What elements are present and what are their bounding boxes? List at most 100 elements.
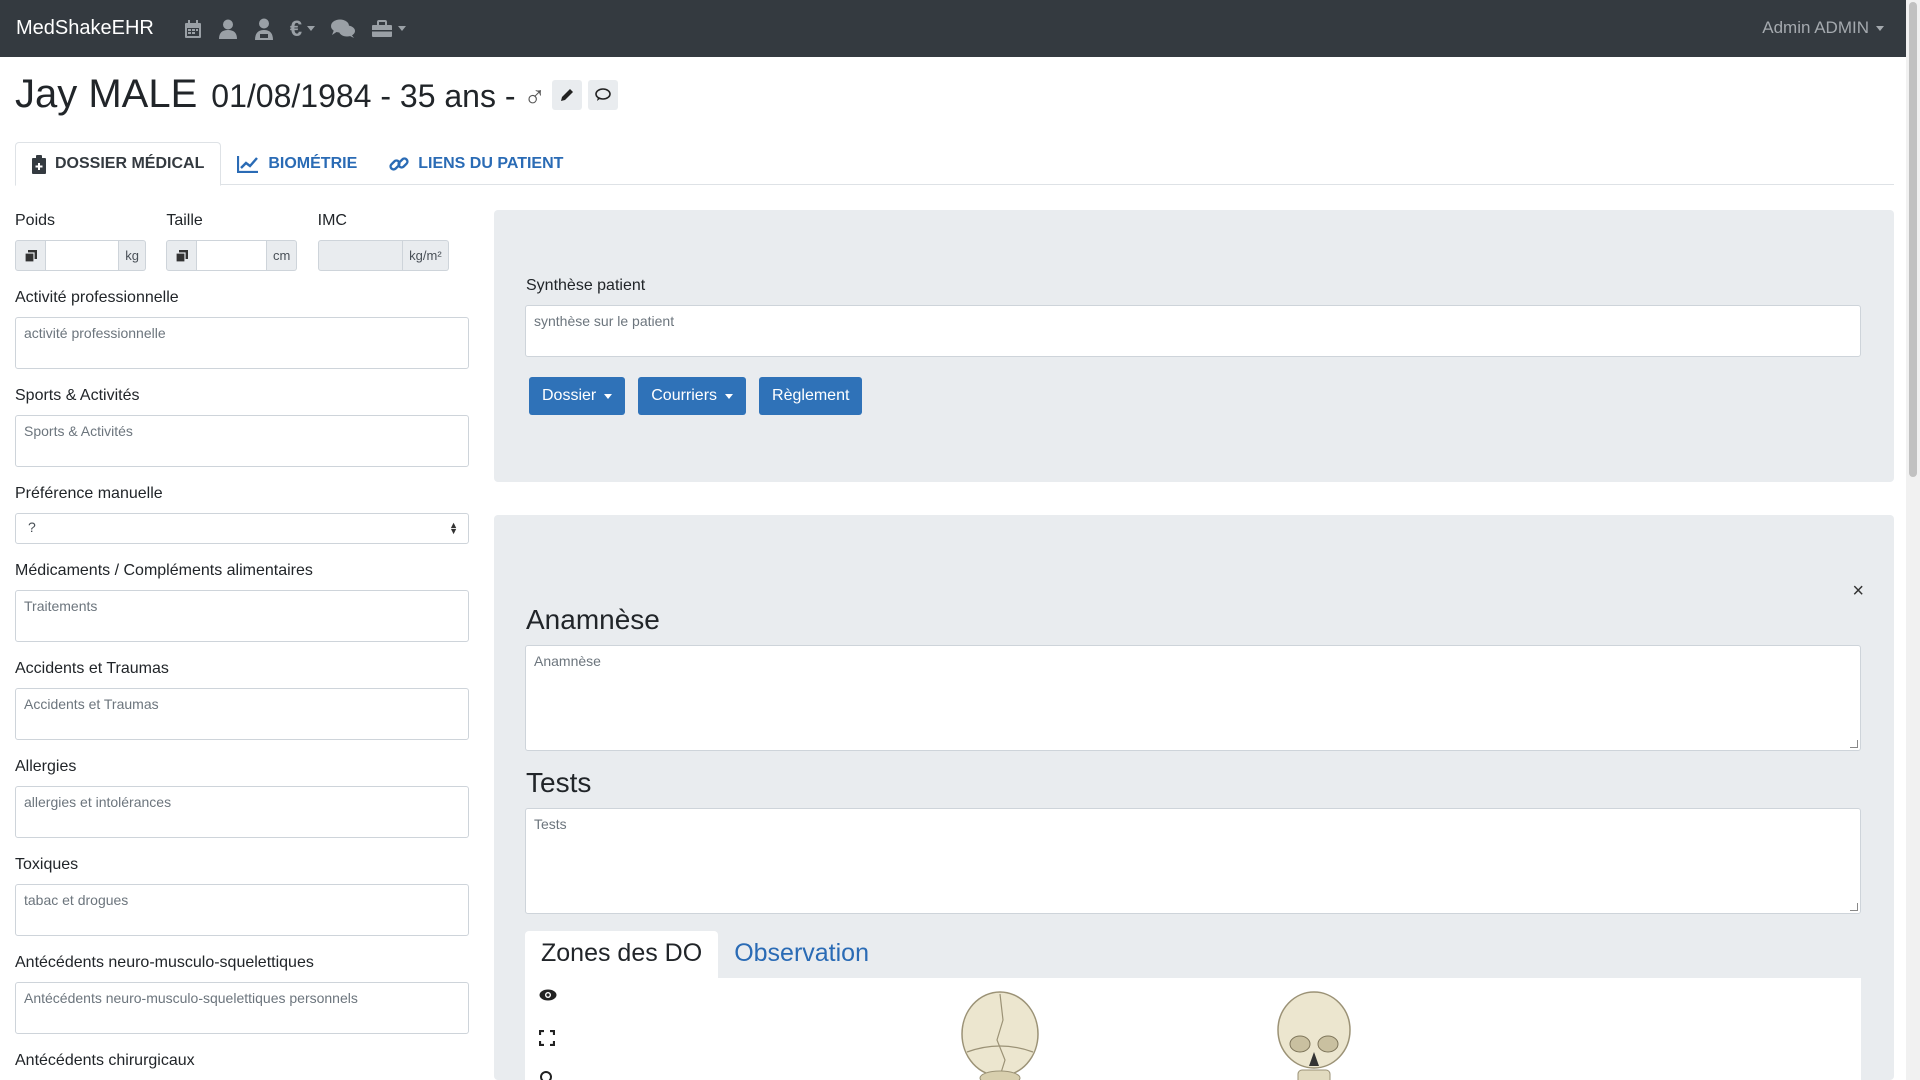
field-label: Allergies xyxy=(15,758,77,775)
tests-placeholder: Tests xyxy=(534,816,567,832)
tests-title: Tests xyxy=(526,767,592,798)
poids-label: Poids xyxy=(15,212,56,229)
field-label: Antécédents neuro-musculo-squelettiques xyxy=(15,954,314,971)
poids-input[interactable] xyxy=(46,240,120,271)
field-activite-pro: Activité professionnelle activité profes… xyxy=(15,289,469,369)
button-label: Règlement xyxy=(772,387,850,404)
imc-input xyxy=(317,240,404,271)
fullscreen-icon[interactable] xyxy=(538,1029,556,1051)
comments-icon[interactable] xyxy=(331,9,356,49)
button-label: Dossier xyxy=(542,387,597,404)
imc-unit: kg/m² xyxy=(403,240,449,271)
billing-menu[interactable]: € xyxy=(289,9,316,49)
activite-pro-input[interactable]: activité professionnelle xyxy=(15,317,469,369)
vertical-scrollbar[interactable] xyxy=(1906,0,1920,1080)
field-label: Toxiques xyxy=(15,856,79,873)
field-antecedents-nms: Antécédents neuro-musculo-squelettiques … xyxy=(15,954,469,1034)
user-menu-label: Admin ADMIN xyxy=(1762,18,1869,37)
skull-posterior-icon[interactable] xyxy=(959,990,1041,1080)
biometrics-row: Poids kg Taille cm IMC kg/m² xyxy=(15,210,469,271)
user-doctor-icon[interactable] xyxy=(254,9,274,49)
accidents-input[interactable]: Accidents et Traumas xyxy=(15,688,469,740)
poids-group: Poids kg xyxy=(15,210,166,271)
comment-icon xyxy=(595,87,611,101)
field-label: Préférence manuelle xyxy=(15,485,163,502)
synthese-input[interactable]: synthèse sur le patient xyxy=(525,305,1861,357)
chevron-down-icon xyxy=(725,393,734,399)
patient-header: Jay MALE 01/08/1984 - 35 ans - ♂ xyxy=(15,72,619,117)
patient-profile-form: Poids kg Taille cm IMC kg/m² Activité pr… xyxy=(15,210,469,1080)
user-icon[interactable] xyxy=(218,9,238,49)
field-antecedents-chir: Antécédents chirurgicaux xyxy=(15,1052,469,1070)
sports-input[interactable]: Sports & Activités xyxy=(15,415,469,467)
courriers-dropdown-button[interactable]: Courriers xyxy=(638,377,747,415)
skull-anterior-icon[interactable] xyxy=(1273,990,1355,1080)
synthese-label: Synthèse patient xyxy=(526,277,646,294)
edit-patient-button[interactable] xyxy=(552,79,583,110)
tests-textarea[interactable]: Tests xyxy=(525,808,1861,914)
chevron-down-icon xyxy=(604,393,613,399)
field-medicaments: Médicaments / Compléments alimentaires T… xyxy=(15,562,469,642)
brand-link[interactable]: MedShakeEHR xyxy=(16,17,154,40)
reglement-button[interactable]: Règlement xyxy=(759,377,863,415)
patient-notes-button[interactable] xyxy=(588,79,619,110)
tab-dossier-medical[interactable]: DOSSIER MÉDICAL xyxy=(15,142,222,186)
anamnese-placeholder: Anamnèse xyxy=(534,653,601,669)
dossier-dropdown-button[interactable]: Dossier xyxy=(529,377,626,415)
patient-name: Jay MALE xyxy=(15,72,198,116)
file-medical-icon xyxy=(32,154,46,174)
calendar-icon[interactable] xyxy=(184,9,202,49)
field-toxiques: Toxiques tabac et drogues xyxy=(15,856,469,936)
allergies-input[interactable]: allergies et intolérances xyxy=(15,786,469,838)
resize-handle-icon[interactable] xyxy=(1850,740,1858,748)
chevron-down-icon xyxy=(1876,25,1884,31)
field-label: Activité professionnelle xyxy=(15,289,179,306)
antecedents-nms-input[interactable]: Antécédents neuro-musculo-squelettiques … xyxy=(15,982,469,1034)
anamnese-textarea[interactable]: Anamnèse xyxy=(525,645,1861,751)
top-navbar: MedShakeEHR € Admin ADMIN xyxy=(0,0,1906,57)
tab-label: LIENS DU PATIENT xyxy=(418,154,564,172)
chart-line-icon xyxy=(237,155,259,173)
anamnese-title: Anamnèse xyxy=(526,604,660,635)
tools-menu[interactable] xyxy=(371,9,407,49)
resize-handle-icon[interactable] xyxy=(1850,903,1858,911)
euro-icon: € xyxy=(289,15,303,41)
taille-label: Taille xyxy=(166,212,203,229)
select-value: ? xyxy=(28,519,36,535)
imc-group: IMC kg/m² xyxy=(317,210,469,271)
patient-birthdate-age: 01/08/1984 - 35 ans - xyxy=(211,78,516,114)
scrollbar-thumb[interactable] xyxy=(1909,2,1917,477)
eye-icon[interactable] xyxy=(539,988,557,1006)
traitements-input[interactable]: Traitements xyxy=(15,590,469,642)
tab-liens-patient[interactable]: LIENS DU PATIENT xyxy=(373,142,579,185)
field-accidents: Accidents et Traumas Accidents et Trauma… xyxy=(15,660,469,740)
preference-manuelle-select[interactable]: ? ▲ ▼ xyxy=(15,513,469,544)
pencil-icon xyxy=(561,88,574,101)
male-icon: ♂ xyxy=(523,81,547,114)
user-menu[interactable]: Admin ADMIN xyxy=(1762,18,1884,38)
field-preference-manuelle: Préférence manuelle ? ▲ ▼ xyxy=(15,485,469,544)
select-arrows-icon: ▲ ▼ xyxy=(449,520,458,536)
field-label: Sports & Activités xyxy=(15,387,140,404)
taille-input[interactable] xyxy=(197,240,267,271)
copy-icon[interactable] xyxy=(166,240,198,271)
tab-biometrie[interactable]: BIOMÉTRIE xyxy=(221,142,373,185)
tab-zones-do[interactable]: Zones des DO xyxy=(525,931,719,978)
imc-label: IMC xyxy=(317,212,347,229)
patient-tabs: DOSSIER MÉDICAL BIOMÉTRIE LIENS DU PATIE… xyxy=(15,142,1894,186)
field-label: Antécédents chirurgicaux xyxy=(15,1052,195,1069)
chevron-down-icon xyxy=(398,26,407,31)
tab-label: DOSSIER MÉDICAL xyxy=(55,155,205,172)
do-zones-canvas[interactable] xyxy=(525,978,1861,1080)
field-allergies: Allergies allergies et intolérances xyxy=(15,758,469,838)
taille-group: Taille cm xyxy=(166,210,317,271)
tab-observation[interactable]: Observation xyxy=(718,931,885,978)
synthese-panel: Synthèse patient synthèse sur le patient… xyxy=(494,210,1894,482)
close-icon[interactable]: × xyxy=(1852,580,1864,603)
zoom-icon[interactable] xyxy=(539,1070,555,1080)
toxiques-input[interactable]: tabac et drogues xyxy=(15,884,469,936)
tab-label: BIOMÉTRIE xyxy=(268,154,358,172)
chevron-down-icon xyxy=(307,26,316,31)
copy-icon[interactable] xyxy=(15,240,46,271)
button-label: Courriers xyxy=(651,387,718,404)
